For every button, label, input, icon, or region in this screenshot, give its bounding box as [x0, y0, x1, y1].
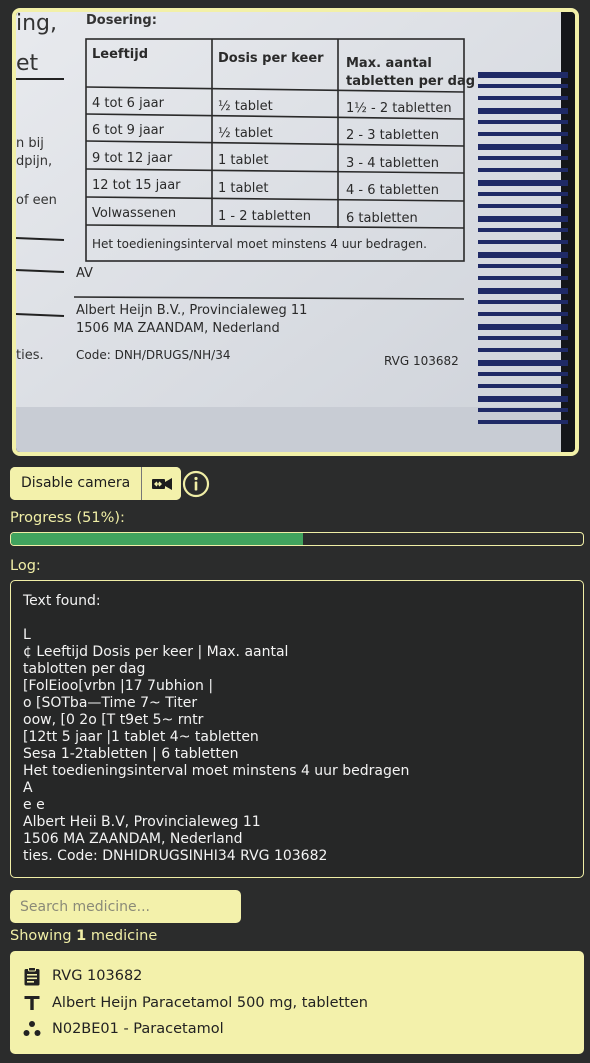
registration-row: RVG 103682 — [22, 963, 572, 990]
barcode-bar — [478, 252, 568, 258]
barcode-bar — [478, 324, 568, 330]
barcode-bar — [478, 312, 568, 316]
label-fragment: n bij — [16, 136, 44, 151]
barcode-bar — [478, 216, 568, 222]
barcode-bar — [478, 420, 568, 424]
label-fragment: ties. — [16, 348, 44, 363]
medicine-name: Albert Heijn Paracetamol 500 mg, tablett… — [52, 994, 368, 1011]
barcode-bar — [478, 348, 568, 352]
barcode-bar — [478, 372, 568, 376]
clipboard-icon — [22, 966, 42, 986]
table-cell: 1 - 2 tabletten — [218, 209, 311, 224]
progress-fill — [11, 533, 303, 545]
table-cell: 3 - 4 tabletten — [346, 156, 439, 171]
search-input[interactable] — [10, 890, 241, 923]
barcode-bar — [478, 84, 568, 88]
barcode-bar — [478, 300, 568, 304]
barcode-bar — [478, 288, 568, 294]
label-code: Code: DNH/DRUGS/NH/34 — [76, 348, 231, 362]
barcode-bar — [478, 144, 568, 150]
results-suffix: medicine — [90, 928, 158, 944]
info-icon[interactable] — [182, 470, 210, 498]
results-number: 1 — [76, 928, 87, 944]
name-row: Albert Heijn Paracetamol 500 mg, tablett… — [22, 990, 572, 1017]
barcode-bar — [478, 336, 568, 340]
log-panel: Text found: L ¢ Leeftijd Dosis per keer … — [10, 580, 584, 878]
table-cell: 1½ - 2 tabletten — [346, 101, 452, 116]
table-cell: Volwassenen — [92, 206, 176, 221]
barcode-bar — [478, 276, 568, 280]
barcode-bar — [478, 120, 568, 124]
label-company: Albert Heijn B.V., Provincialeweg 11 — [76, 303, 307, 318]
barcode-bar — [478, 180, 568, 186]
switch-camera-button[interactable] — [142, 467, 182, 500]
label-heading: Dosering: — [86, 13, 157, 28]
barcode-bar — [478, 384, 568, 388]
table-cell: 12 tot 15 jaar — [92, 178, 181, 193]
registration-number: RVG 103682 — [52, 968, 143, 985]
table-cell: 4 - 6 tabletten — [346, 183, 439, 198]
molecule-icon — [22, 1019, 42, 1039]
barcode-bar — [478, 72, 568, 78]
label-rvg: RVG 103682 — [384, 354, 459, 368]
label-fragment: ing, — [16, 12, 57, 36]
barcode-bar — [478, 168, 568, 172]
log-label: Log: — [10, 558, 41, 574]
table-cell: 1 tablet — [218, 181, 268, 196]
table-cell: 4 tot 6 jaar — [92, 96, 165, 111]
camera-controls: Disable camera — [10, 467, 182, 500]
label-fragment: dpijn, — [16, 154, 52, 169]
progress-bar — [10, 532, 584, 546]
barcode-bar — [478, 396, 568, 402]
text-icon — [22, 993, 42, 1013]
label-fragment: of een — [16, 193, 57, 208]
interval-note: Het toedieningsinterval moet minstens 4 … — [92, 237, 427, 251]
table-header: tabletten per dag — [346, 74, 475, 89]
table-cell: 9 tot 12 jaar — [92, 151, 173, 166]
barcode-bar — [478, 240, 568, 244]
table-cell: 6 tot 9 jaar — [92, 123, 165, 138]
barcode-bar — [478, 360, 568, 366]
results-count: Showing 1 medicine — [10, 928, 157, 944]
medicine-card[interactable]: RVG 103682 Albert Heijn Paracetamol 500 … — [10, 951, 584, 1054]
barcode-bar — [478, 156, 568, 160]
barcode-bar — [478, 192, 568, 196]
barcode-bar — [478, 408, 568, 412]
progress-label: Progress (51%): — [10, 510, 125, 526]
barcode-bar — [478, 228, 568, 232]
table-cell: 6 tabletten — [346, 211, 418, 226]
table-cell: ½ tablet — [218, 126, 273, 141]
camera-image: ing, et n bij dpijn, of een ties. Doseri… — [16, 12, 575, 452]
camera-preview: ing, et n bij dpijn, of een ties. Doseri… — [12, 8, 579, 456]
table-header: Dosis per keer — [218, 51, 324, 66]
results-prefix: Showing — [10, 928, 72, 944]
label-fragment: et — [16, 51, 39, 76]
table-cell: 1 tablet — [218, 153, 268, 168]
disable-camera-button[interactable]: Disable camera — [10, 467, 143, 500]
table-header: Max. aantal — [346, 56, 432, 71]
table-header: Leeftijd — [92, 47, 148, 62]
camera-switch-icon — [151, 477, 172, 490]
label-city: 1506 MA ZAANDAM, Nederland — [76, 321, 280, 336]
table-cell: ½ tablet — [218, 99, 273, 114]
atc-code: N02BE01 - Paracetamol — [52, 1021, 224, 1038]
atc-row: N02BE01 - Paracetamol — [22, 1016, 572, 1043]
barcode-bar — [478, 204, 568, 208]
table-cell: 2 - 3 tabletten — [346, 128, 439, 143]
label-av: AV — [76, 266, 93, 281]
barcode-bar — [478, 264, 568, 268]
barcode-bar — [478, 96, 568, 100]
log-text: Text found: L ¢ Leeftijd Dosis per keer … — [23, 593, 410, 864]
barcode-bar — [478, 132, 568, 136]
barcode-bar — [478, 108, 568, 114]
